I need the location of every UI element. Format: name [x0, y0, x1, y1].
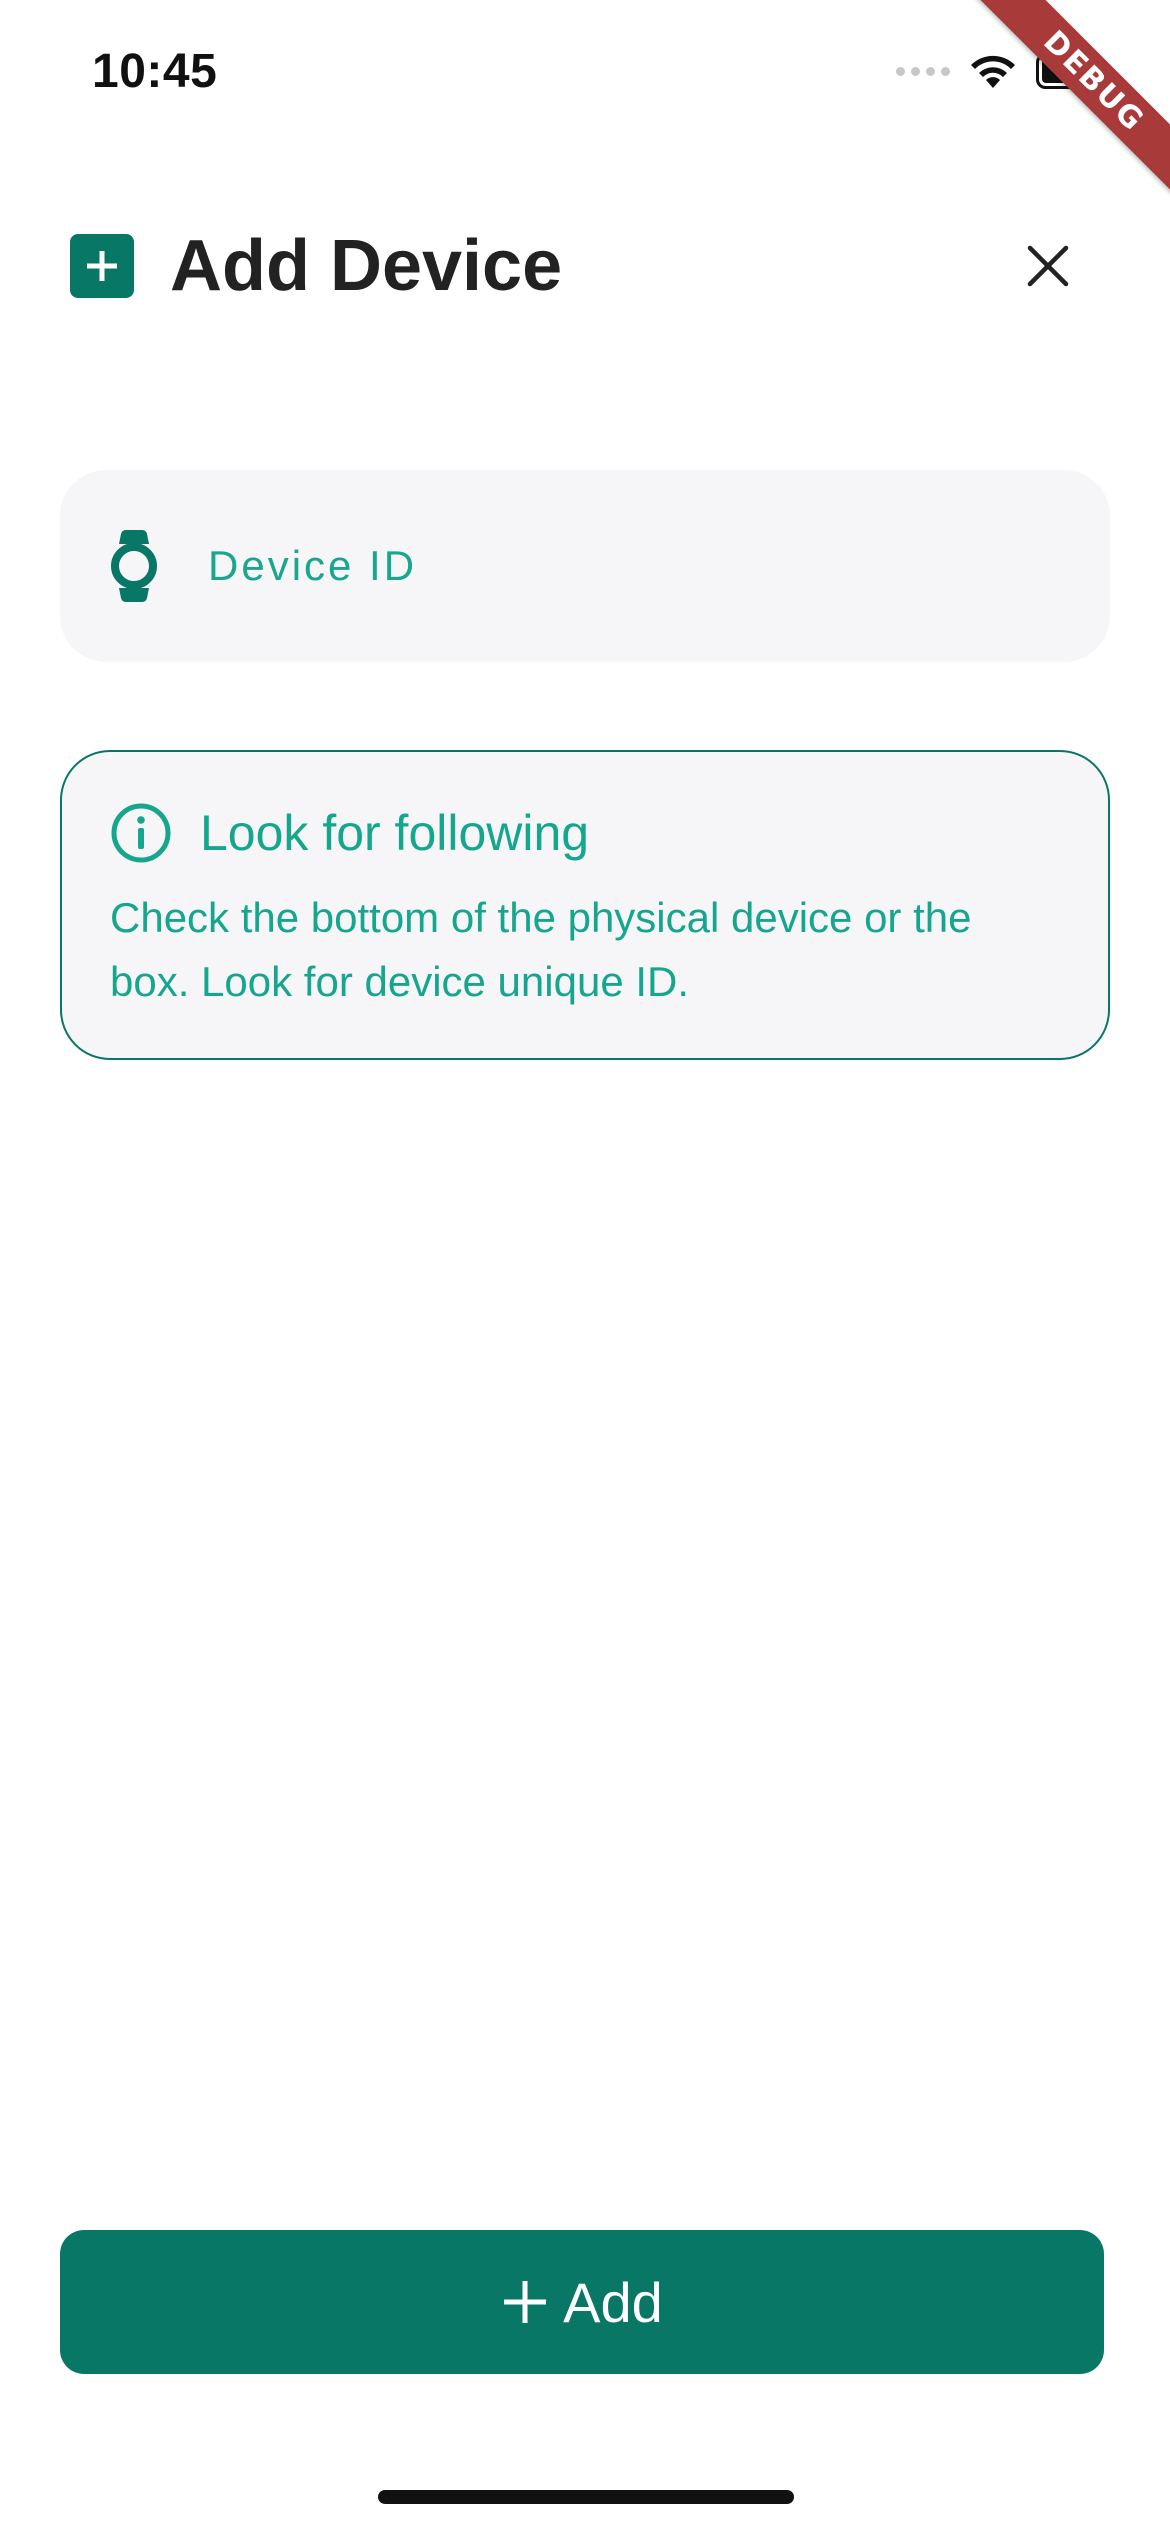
page-title: Add Device — [170, 226, 563, 306]
info-circle-icon — [110, 802, 172, 864]
cellular-dots-icon — [896, 66, 950, 76]
debug-banner: DEBUG — [964, 0, 1170, 211]
add-button-label: Add — [563, 2270, 663, 2334]
close-icon — [1027, 245, 1069, 287]
info-card-title: Look for following — [200, 805, 590, 861]
add-device-screen: 10:45 DEBUG Add Device Device ID Look fo… — [0, 0, 1170, 2532]
device-id-field[interactable] — [60, 470, 1110, 662]
plus-icon — [501, 2278, 549, 2326]
header: Add Device — [70, 214, 1100, 318]
info-card-header: Look for following — [110, 802, 1060, 864]
info-card: Look for following Check the bottom of t… — [60, 750, 1110, 1060]
status-time: 10:45 — [92, 45, 218, 98]
add-button[interactable]: Add — [60, 2230, 1104, 2374]
watch-icon — [106, 529, 162, 603]
device-id-input[interactable] — [208, 542, 1028, 590]
close-button[interactable] — [1010, 228, 1086, 304]
home-indicator — [378, 2490, 794, 2504]
info-card-body: Check the bottom of the physical device … — [110, 894, 972, 1005]
plus-square-icon — [70, 234, 134, 298]
wifi-icon — [968, 52, 1018, 90]
